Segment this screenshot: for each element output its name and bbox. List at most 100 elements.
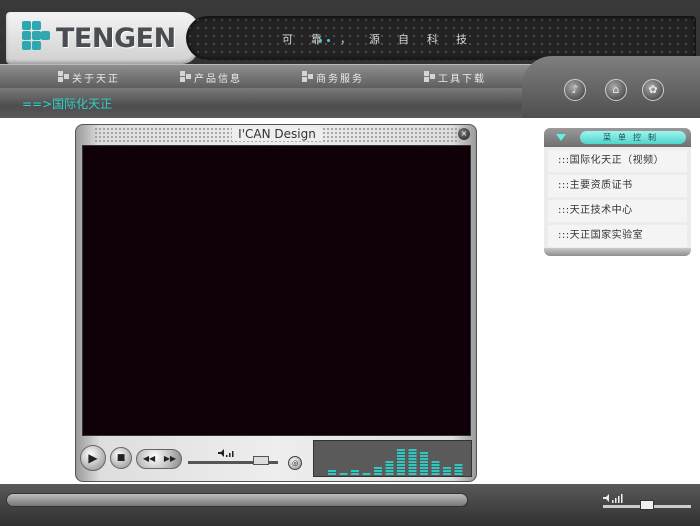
seek-buttons: ◀◀ ▶▶ xyxy=(136,449,182,469)
equalizer-bar-segment xyxy=(443,470,451,472)
player-title: I'CAN Design xyxy=(232,127,322,141)
equalizer-bar-segment xyxy=(420,467,428,469)
equalizer-bar-segment xyxy=(385,461,394,463)
equalizer-bar-segment xyxy=(328,470,336,472)
menu-panel: 菜单控制 :::国际化天正（视频） :::主要资质证书 :::天正技术中心 ::… xyxy=(544,128,691,256)
equalizer-bar-segment xyxy=(454,470,463,472)
nav-about[interactable]: 关于天正 xyxy=(58,69,120,85)
volume-icon xyxy=(218,449,234,457)
equalizer-bar-segment xyxy=(374,467,382,469)
fast-forward-button[interactable]: ▶▶ xyxy=(160,451,180,467)
nav-bullet-icon xyxy=(58,71,70,83)
mini-mode-button[interactable]: ◎ xyxy=(288,456,302,470)
equalizer-bar-segment xyxy=(385,470,394,472)
play-button[interactable]: ▶ xyxy=(80,445,106,471)
nav-label: 产品信息 xyxy=(194,73,242,85)
equalizer-bar-segment xyxy=(408,473,417,475)
equalizer-bar-segment xyxy=(397,470,405,472)
bottom-bar xyxy=(0,484,700,526)
slogan: 可靠，源自科技 xyxy=(282,33,485,46)
logo-text: TENGEN xyxy=(56,23,176,54)
equalizer-bar-segment xyxy=(397,449,405,451)
equalizer-bar-segment xyxy=(385,464,394,466)
menu-item-tech-center[interactable]: :::天正技术中心 xyxy=(548,200,687,222)
equalizer-bar-segment xyxy=(420,470,428,472)
equalizer-bar-segment xyxy=(420,455,428,457)
rewind-button[interactable]: ◀◀ xyxy=(139,451,159,467)
nav-bullet-icon xyxy=(180,71,192,83)
triangle-down-icon xyxy=(556,134,566,141)
equalizer-bar-segment xyxy=(397,467,405,469)
equalizer-bar-segment xyxy=(397,461,405,463)
equalizer-bar-segment xyxy=(374,473,382,475)
equalizer-bar-segment xyxy=(397,452,405,454)
bottom-volume-knob[interactable] xyxy=(640,500,654,510)
logo[interactable]: TENGEN xyxy=(6,12,198,64)
equalizer-bar-segment xyxy=(431,461,440,463)
equalizer-bar-segment xyxy=(420,461,428,463)
equalizer-bar-segment xyxy=(420,473,428,475)
nav-business[interactable]: 商务服务 xyxy=(302,69,364,85)
equalizer-bar-segment xyxy=(408,449,417,451)
equalizer-bar-segment xyxy=(408,470,417,472)
menu-item-international-video[interactable]: :::国际化天正（视频） xyxy=(548,150,687,172)
nav-products[interactable]: 产品信息 xyxy=(180,69,242,85)
breadcrumb: ==>国际化天正 xyxy=(22,97,113,111)
equalizer-bar-segment xyxy=(339,473,348,475)
menu-header: 菜单控制 xyxy=(544,128,691,147)
equalizer-bar-segment xyxy=(328,473,336,475)
equalizer-bar-segment xyxy=(420,458,428,460)
slogan-panel: 可靠，源自科技 xyxy=(186,16,696,60)
nav-bullet-icon xyxy=(424,71,436,83)
equalizer-bar-segment xyxy=(431,467,440,469)
nav-label: 商务服务 xyxy=(316,73,364,85)
equalizer-bar-segment xyxy=(351,473,359,475)
menu-item-national-lab[interactable]: :::天正国家实验室 xyxy=(548,225,687,247)
tengen-logo-icon xyxy=(22,21,50,55)
volume-slider-knob[interactable] xyxy=(253,456,269,465)
video-screen[interactable] xyxy=(82,145,471,436)
stop-button[interactable]: ■ xyxy=(110,447,132,469)
equalizer-bar-segment xyxy=(454,473,463,475)
equalizer-bars xyxy=(328,449,463,475)
equalizer-bar-segment xyxy=(443,467,451,469)
equalizer-bar-segment xyxy=(431,473,440,475)
player-controls: ▶ ■ ◀◀ ▶▶ ◎ xyxy=(76,437,478,483)
equalizer-bar-segment xyxy=(408,461,417,463)
nav-label: 工具下载 xyxy=(438,73,486,85)
slogan-dots xyxy=(319,39,335,43)
media-player: I'CAN Design × ▶ ■ ◀◀ ▶▶ ◎ xyxy=(75,124,477,482)
nav-bullet-icon xyxy=(302,71,314,83)
home-icon[interactable]: ⌂ xyxy=(605,79,627,101)
equalizer-bar-segment xyxy=(454,467,463,469)
equalizer-bar-segment xyxy=(408,455,417,457)
equalizer-bar-segment xyxy=(397,473,405,475)
volume-icon xyxy=(603,494,623,503)
equalizer-bar-segment xyxy=(397,458,405,460)
equalizer-bar-segment xyxy=(431,470,440,472)
equalizer-bar-segment xyxy=(397,464,405,466)
equalizer-display xyxy=(313,440,472,477)
equalizer-bar-segment xyxy=(420,452,428,454)
equalizer-bar-segment xyxy=(374,470,382,472)
menu-title: 菜单控制 xyxy=(580,131,686,144)
equalizer-bar-segment xyxy=(385,473,394,475)
equalizer-bar-segment xyxy=(351,470,359,472)
progress-track[interactable] xyxy=(6,493,468,507)
equalizer-bar-segment xyxy=(408,464,417,466)
player-title-wrap: I'CAN Design xyxy=(76,127,478,141)
nav-label: 关于天正 xyxy=(72,73,120,85)
equalizer-bar-segment xyxy=(408,467,417,469)
music-icon[interactable]: ♪ xyxy=(564,79,586,101)
equalizer-bar-segment xyxy=(385,467,394,469)
nav-downloads[interactable]: 工具下载 xyxy=(424,69,486,85)
equalizer-bar-segment xyxy=(362,473,371,475)
menu-item-certificates[interactable]: :::主要资质证书 xyxy=(548,175,687,197)
equalizer-bar-segment xyxy=(443,473,451,475)
close-icon[interactable]: × xyxy=(458,128,470,140)
flower-icon[interactable]: ✿ xyxy=(642,79,664,101)
equalizer-bar-segment xyxy=(431,464,440,466)
equalizer-bar-segment xyxy=(420,464,428,466)
equalizer-bar-segment xyxy=(454,464,463,466)
equalizer-bar-segment xyxy=(408,458,417,460)
